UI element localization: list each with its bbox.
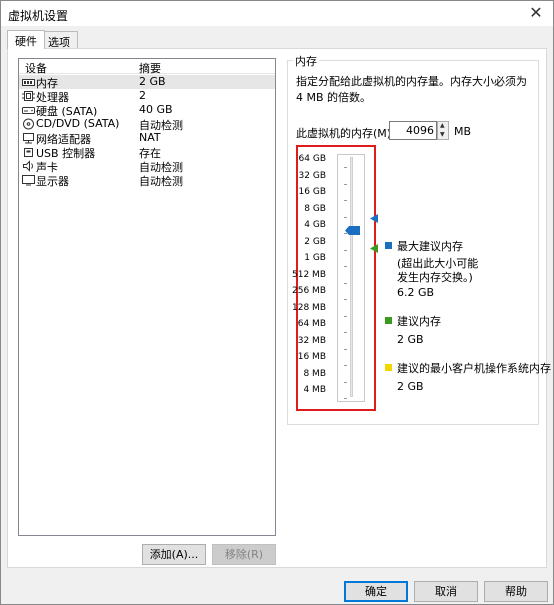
device-list[interactable]: 设备 摘要 内存 2 GB 处理器 2 硬盘 (SATA) 40 GB CD/D…	[18, 58, 276, 536]
scale-label: 64 MB	[297, 319, 326, 329]
memory-group-title: 内存	[293, 53, 319, 69]
recommended-value: 2 GB	[397, 333, 424, 346]
device-summary: 40 GB	[139, 103, 173, 116]
slider-thumb[interactable]	[345, 226, 360, 235]
scale-label: 128 MB	[292, 302, 326, 313]
slider-tick	[344, 266, 347, 267]
processor-icon	[22, 91, 35, 101]
device-summary: 2	[139, 89, 146, 102]
slider-tick	[344, 332, 347, 333]
device-summary: 自动检测	[139, 175, 183, 188]
device-row-hard-disk[interactable]: 硬盘 (SATA) 40 GB	[19, 103, 275, 118]
hard-disk-icon	[22, 107, 35, 114]
scale-label: 32 GB	[298, 170, 326, 181]
scale-label: 8 GB	[304, 203, 326, 214]
device-row-network-adapter[interactable]: 网络适配器 NAT	[19, 131, 275, 146]
tab-hardware[interactable]: 硬件	[7, 30, 45, 49]
max-recommended-title: 最大建议内存	[397, 240, 463, 253]
scale-label: 32 MB	[297, 335, 326, 346]
spin-up-icon[interactable]: ▲	[440, 122, 445, 130]
scale-label: 4 MB	[303, 385, 326, 395]
memory-slider[interactable]	[337, 154, 365, 402]
column-header-summary[interactable]: 摘要	[139, 60, 161, 76]
slider-groove	[350, 157, 353, 397]
memory-unit: MB	[454, 125, 472, 138]
recommended-swatch	[385, 317, 392, 324]
device-row-memory[interactable]: 内存 2 GB	[19, 75, 275, 90]
slider-tick	[344, 315, 347, 317]
device-row-display[interactable]: 显示器 自动检测	[19, 173, 275, 188]
memory-field-label: 此虚拟机的内存(M):	[296, 127, 395, 140]
add-device-button[interactable]: 添加(A)...	[142, 544, 206, 565]
spin-down-icon[interactable]: ▼	[440, 131, 445, 139]
max-recommended-swatch	[385, 242, 392, 249]
device-summary: 2 GB	[139, 75, 166, 88]
scale-label: 8 MB	[303, 368, 326, 379]
device-row-sound-card[interactable]: 声卡 自动检测	[19, 159, 275, 174]
monitor-icon	[22, 175, 35, 186]
usb-controller-icon	[24, 148, 33, 157]
close-button[interactable]: ✕	[519, 1, 553, 27]
memory-description: 指定分配给此虚拟机的内存量。内存大小必须为 4 MB 的倍数。	[296, 75, 527, 104]
tab-options[interactable]: 选项	[40, 31, 78, 49]
min-guest-value: 2 GB	[397, 380, 424, 393]
cd-dvd-icon	[23, 118, 34, 130]
max-recommended-value: 6.2 GB	[397, 286, 435, 299]
memory-size-input[interactable]: 4096	[389, 121, 437, 140]
slider-tick	[344, 216, 347, 218]
cancel-button[interactable]: 取消	[414, 581, 478, 602]
slider-tick	[344, 299, 347, 300]
recommended-marker-icon	[370, 243, 378, 253]
max-recommended-marker-icon	[370, 214, 378, 223]
slider-tick	[344, 249, 347, 251]
scale-label: 512 MB	[292, 269, 326, 280]
ok-button[interactable]: 确定	[344, 581, 408, 602]
scale-label: 64 GB	[298, 154, 326, 164]
max-recommended-note-2: 发生内存交换。)	[397, 271, 473, 284]
device-row-cd-dvd[interactable]: CD/DVD (SATA) 自动检测	[19, 117, 275, 132]
slider-tick	[344, 365, 347, 366]
scale-label: 1 GB	[304, 253, 326, 263]
memory-group: 内存 指定分配给此虚拟机的内存量。内存大小必须为 4 MB 的倍数。 此虚拟机的…	[287, 53, 551, 425]
scale-label: 4 GB	[304, 220, 326, 230]
remove-device-button[interactable]: 移除(R)	[212, 544, 276, 565]
vm-settings-window: 虚拟机设置 ✕ 硬件 选项 设备 摘要 内存 2 GB 处理器 2 硬盘 (SA…	[0, 0, 554, 605]
slider-tick	[344, 381, 347, 383]
speaker-icon	[23, 160, 33, 172]
device-summary: NAT	[139, 131, 161, 144]
scale-label: 256 MB	[292, 286, 326, 296]
device-name: 显示器	[36, 175, 69, 188]
slider-tick	[344, 167, 347, 168]
slider-tick	[344, 348, 347, 350]
memory-spinner[interactable]: ▲ ▼	[437, 121, 449, 140]
slider-tick	[344, 398, 347, 399]
slider-tick	[344, 200, 347, 201]
min-guest-swatch	[385, 364, 392, 371]
title-bar: 虚拟机设置 ✕	[1, 1, 553, 27]
slider-tick	[344, 282, 347, 284]
device-row-usb-controller[interactable]: USB 控制器 存在	[19, 145, 275, 160]
window-title: 虚拟机设置	[8, 9, 69, 23]
slider-tick	[344, 183, 347, 185]
min-guest-title: 建议的最小客户机操作系统内存	[397, 362, 551, 375]
device-row-processor[interactable]: 处理器 2	[19, 89, 275, 104]
scale-label: 2 GB	[304, 236, 326, 247]
column-header-device[interactable]: 设备	[25, 60, 47, 76]
help-button[interactable]: 帮助	[484, 581, 548, 602]
hardware-tab-panel: 设备 摘要 内存 2 GB 处理器 2 硬盘 (SATA) 40 GB CD/D…	[7, 48, 551, 568]
recommended-title: 建议内存	[397, 315, 441, 328]
device-list-header: 设备 摘要	[19, 59, 275, 76]
network-adapter-icon	[23, 133, 34, 144]
scale-label: 16 GB	[298, 187, 326, 197]
device-name: CD/DVD (SATA)	[36, 117, 120, 130]
scale-label: 16 MB	[297, 352, 326, 362]
memory-icon	[22, 79, 35, 86]
memory-scale-highlight: 64 GB 32 GB 16 GB 8 GB 4 GB 2 GB 1 GB 512 MB 256…	[292, 145, 378, 411]
